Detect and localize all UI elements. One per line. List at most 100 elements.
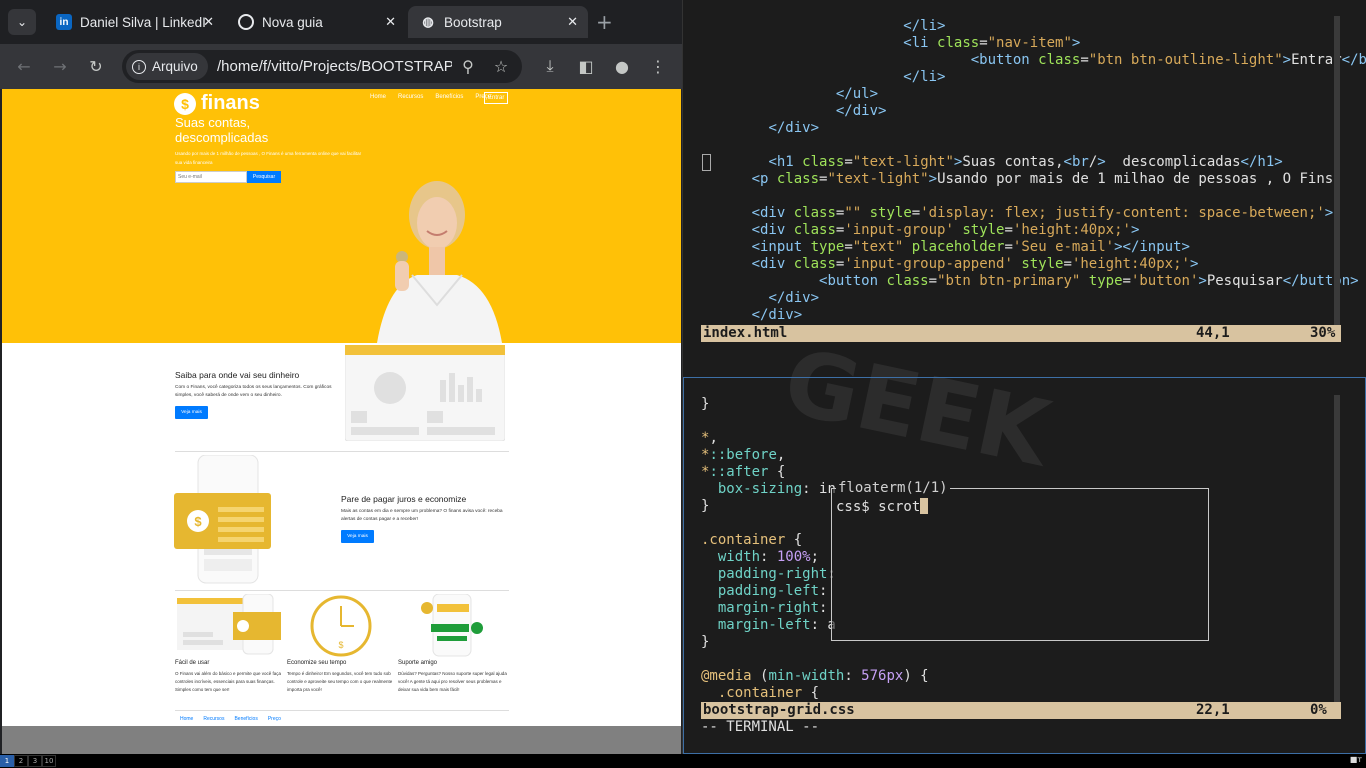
hero-text: Usando por mais de 1 milhão de pessoas ,…	[175, 151, 362, 165]
code-line: <input type="text" placeholder='Seu e-ma…	[751, 239, 1190, 255]
logo-text: finans	[201, 92, 260, 114]
status-filename: index.html	[703, 325, 788, 341]
forward-icon[interactable]: →	[48, 54, 72, 78]
footer-link-beneficios[interactable]: Benefícios	[234, 716, 257, 722]
profile-icon[interactable]: ●	[610, 54, 634, 78]
hero-woman-image	[377, 181, 502, 343]
tab-title: Bootstrap	[444, 14, 502, 30]
section2-text: Mais as contas em dia e sempre um proble…	[341, 509, 503, 522]
nav-link-beneficios[interactable]: Benefícios	[435, 94, 463, 100]
footer-divider	[175, 710, 509, 711]
tab-search-button[interactable]: ⌄	[8, 9, 36, 35]
reload-icon[interactable]: ↻	[84, 54, 108, 78]
code-line: <button class="btn btn-primary" type='bu…	[819, 273, 1359, 289]
code-line: </div>	[768, 120, 820, 136]
section1-button[interactable]: Veja mais	[175, 406, 208, 419]
code-line: <li class="nav-item">	[903, 35, 1081, 51]
code-line: <p class="text-light">Usando por mais de…	[751, 171, 1334, 187]
code-line: </div>	[835, 103, 887, 119]
finans-logo[interactable]: $ finans	[174, 92, 260, 115]
workspace-3[interactable]: 3	[28, 755, 42, 767]
code-line: <div class='input-group-append' style='h…	[751, 256, 1199, 272]
side-panel-icon[interactable]: ◧	[574, 54, 598, 78]
svg-text:$: $	[338, 640, 343, 650]
email-input[interactable]: Seu e-mail	[175, 171, 247, 183]
tab-strip: ⌄ in Daniel Silva | LinkedIn ✕ Nova guia…	[0, 0, 682, 44]
close-tab-icon[interactable]: ✕	[385, 14, 396, 30]
status-percent: 30%	[1310, 325, 1336, 341]
taskbar: 1 2 3 10 ■ᴛ	[0, 754, 1366, 768]
section2-button[interactable]: Veja mais	[341, 530, 374, 543]
footer-nav: Home Recursos Benefícios Preço	[180, 716, 281, 722]
nav-link-recursos[interactable]: Recursos	[398, 94, 423, 100]
download-icon[interactable]: ⤓	[538, 54, 562, 78]
webpage-viewport: $ finans Home Recursos Benefícios Preço …	[2, 89, 681, 754]
footer-link-home[interactable]: Home	[180, 716, 193, 722]
workspace-10[interactable]: 10	[42, 755, 56, 767]
code-line: </li>	[903, 69, 946, 85]
info-icon: i	[132, 59, 146, 74]
feature2-text: Tempo é dinheiro! Em segundos, você tem …	[287, 671, 393, 692]
system-tray[interactable]: ■ᴛ	[1350, 755, 1362, 764]
tab-bootstrap[interactable]: ◍ Bootstrap ✕	[408, 6, 588, 38]
code-line: <div class='input-group' style='height:4…	[751, 222, 1140, 238]
top-pane-scrollbar[interactable]	[1334, 16, 1340, 326]
feature3-text: Dúvidas? Perguntas? Nosso suporte super …	[398, 671, 507, 692]
site-info-chip[interactable]: i Arquivo	[126, 53, 208, 80]
feature2-title: Economize seu tempo	[287, 660, 347, 666]
easy-use-illustration	[177, 594, 281, 655]
clock-illustration: $	[310, 595, 372, 657]
dashboard-illustration	[345, 345, 505, 441]
terminal-command: css$ scrot	[836, 499, 921, 515]
tab-title: Daniel Silva | LinkedIn	[80, 14, 205, 30]
code-line: <h1 class="text-light">Suas contas,<br/>…	[768, 154, 1283, 170]
top-status-line: index.html 44,1 30%	[701, 325, 1341, 342]
back-icon[interactable]: ←	[12, 54, 36, 78]
code-line: </li>	[903, 18, 946, 34]
nav-link-home[interactable]: Home	[370, 94, 386, 100]
hero-title: Suas contas, descomplicadas	[175, 115, 269, 145]
address-bar[interactable]: i Arquivo /home/f/vitto/Projects/BOOTSTR…	[122, 50, 522, 83]
footer-link-recursos[interactable]: Recursos	[203, 716, 224, 722]
hero-section: $ finans Home Recursos Benefícios Preço …	[2, 89, 681, 343]
support-illustration	[421, 594, 483, 657]
menu-kebab-icon[interactable]: ⋮	[646, 54, 670, 78]
search-button[interactable]: Pesquisar	[247, 171, 281, 183]
phone-bill-illustration: $	[174, 455, 271, 584]
feature1-text: O Finans vai além do básico e permite qu…	[175, 671, 282, 692]
terminal-cursor	[920, 498, 929, 514]
tab-linkedin[interactable]: in Daniel Silva | LinkedIn ✕	[44, 6, 224, 38]
zoom-icon[interactable]: ⚲	[456, 54, 480, 78]
floaterm-window[interactable]: floaterm(1/1) css$ scrot	[831, 480, 1209, 641]
code-line: </div>	[768, 290, 820, 306]
close-tab-icon[interactable]: ✕	[567, 14, 578, 30]
tab-nova-guia[interactable]: Nova guia ✕	[226, 6, 406, 38]
workspace-2[interactable]: 2	[14, 755, 28, 767]
linkedin-icon: in	[56, 14, 72, 30]
code-line: </div>	[751, 307, 803, 323]
site-info-label: Arquivo	[152, 59, 198, 74]
index-html-code[interactable]: </li> <li class="nav-item"> <button clas…	[701, 18, 1366, 324]
floaterm-title: floaterm(1/1)	[836, 480, 950, 496]
workspace-1[interactable]: 1	[0, 755, 14, 767]
section2-title: Pare de pagar juros e economize	[341, 494, 467, 504]
chrome-icon	[238, 14, 254, 30]
code-line: </ul>	[835, 86, 879, 102]
bookmark-star-icon[interactable]: ☆	[489, 54, 513, 78]
dollar-coin-icon: $	[174, 92, 196, 115]
footer-link-preco[interactable]: Preço	[268, 716, 281, 722]
section-divider	[175, 590, 509, 591]
code-line: <div class="" style='display: flex; just…	[751, 205, 1334, 221]
svg-text:$: $	[194, 514, 202, 529]
section1-title: Saiba para onde vai seu dinheiro	[175, 370, 300, 380]
code-line: <button class="btn btn-outline-light">En…	[970, 52, 1366, 68]
page-bottom-area	[2, 726, 681, 754]
sign-column-marker	[702, 154, 711, 171]
close-tab-icon[interactable]: ✕	[203, 14, 214, 30]
login-button[interactable]: Entrar	[484, 92, 509, 104]
new-tab-button[interactable]: +	[596, 10, 613, 34]
url-text[interactable]: /home/f/vitto/Projects/BOOTSTRAP	[217, 58, 452, 75]
terminal-prompt[interactable]: css$ scrot	[836, 498, 929, 515]
